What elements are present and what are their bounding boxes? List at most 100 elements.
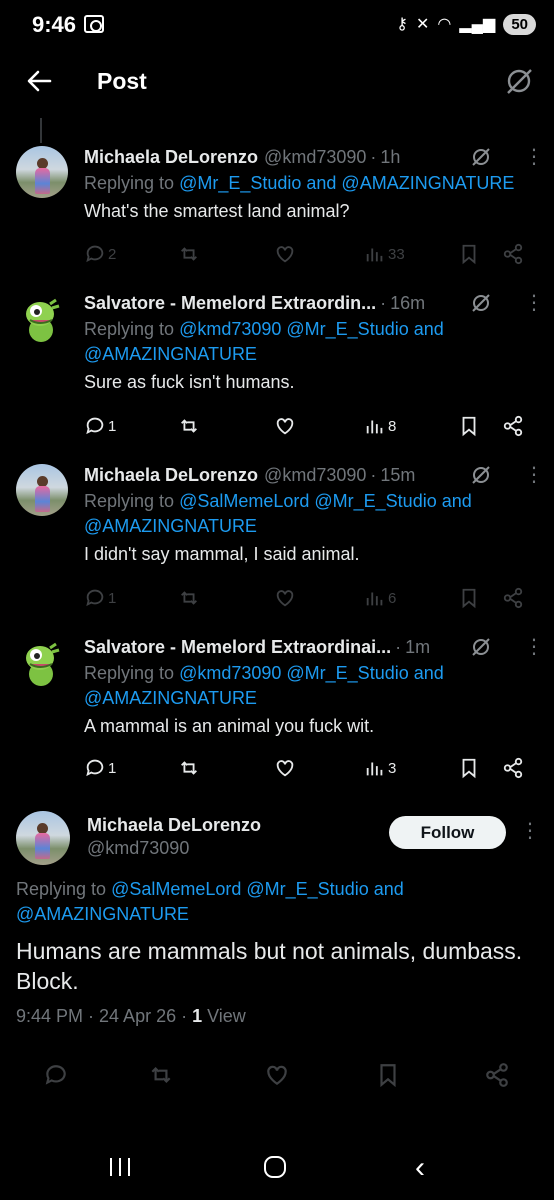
reply-icon [86, 245, 104, 263]
avatar[interactable] [16, 638, 68, 690]
recent-apps-button[interactable] [100, 1154, 140, 1184]
bookmark-button[interactable] [458, 412, 480, 440]
replying-to: Replying to @Mr_E_Studio and @AMAZINGNAT… [84, 173, 515, 193]
replying-to-link[interactable]: @Mr_E_Studio and @AMAZINGNATURE [179, 173, 514, 193]
repost-button[interactable] [178, 240, 200, 268]
view-label[interactable]: View [202, 1006, 246, 1026]
views-icon [366, 420, 383, 434]
home-button[interactable] [255, 1154, 295, 1184]
more-options-icon[interactable]: ⋮ [524, 465, 544, 485]
reply-button[interactable]: 1 [84, 584, 116, 612]
reply-icon [86, 417, 104, 435]
repost-icon [181, 247, 197, 261]
avatar[interactable] [16, 811, 70, 865]
grok-icon[interactable] [470, 292, 492, 314]
repost-button[interactable] [178, 412, 200, 440]
view-count[interactable]: 1 [192, 1006, 202, 1026]
separator-dot: · [380, 292, 387, 313]
tweet-actions: 1 3 [84, 754, 534, 782]
separator-dot: · [370, 464, 377, 485]
tweet-text: Sure as fuck isn't humans. [84, 372, 295, 392]
avatar[interactable] [16, 464, 68, 516]
grok-icon[interactable] [504, 66, 534, 96]
share-button[interactable] [502, 754, 524, 782]
grok-icon[interactable] [470, 636, 492, 658]
share-icon [503, 587, 523, 609]
separator-dot: · [370, 146, 377, 167]
bookmark-button[interactable] [458, 240, 480, 268]
reply-icon [86, 589, 104, 607]
share-button[interactable] [502, 412, 524, 440]
more-options-icon[interactable]: ⋮ [524, 293, 544, 313]
avatar[interactable] [16, 146, 68, 198]
key-icon: ⚷ [396, 15, 408, 33]
replying-to: Replying to @SalMemeLord @Mr_E_Studio an… [84, 491, 472, 536]
bookmark-button[interactable] [458, 754, 480, 782]
replying-to: Replying to @kmd73090 @Mr_E_Studio and @… [84, 319, 444, 364]
bookmark-icon [380, 1064, 396, 1088]
reply-button[interactable]: 1 [84, 412, 116, 440]
system-nav-bar: ‹ [0, 1134, 554, 1200]
tweet-text: Humans are mammals but not animals, dumb… [16, 938, 523, 994]
dinosaur-avatar-icon [26, 642, 60, 686]
reply-button[interactable]: 1 [84, 754, 116, 782]
author-name[interactable]: Salvatore - Memelord Extraordin... [84, 293, 376, 314]
author-name[interactable]: Michaela DeLorenzo [84, 465, 258, 486]
status-bar: 9:46 ⚷ ✕ ◠ ▂▄▆ 50 [0, 0, 554, 52]
more-options-icon[interactable]: ⋮ [524, 147, 544, 167]
heart-icon [267, 1065, 287, 1085]
heart-icon [276, 760, 294, 777]
reply-button[interactable] [43, 1062, 69, 1088]
top-bar: Post [0, 56, 554, 112]
share-icon [503, 415, 523, 437]
grok-icon[interactable] [470, 464, 492, 486]
author-handle[interactable]: @kmd73090 [87, 838, 189, 859]
like-button[interactable] [274, 584, 296, 612]
reply-count: 1 [108, 589, 117, 607]
author-name[interactable]: Salvatore - Memelord Extraordinai... [84, 637, 391, 658]
like-button[interactable] [264, 1062, 290, 1088]
views-button[interactable]: 6 [364, 584, 396, 612]
views-button[interactable]: 3 [364, 754, 396, 782]
author-name[interactable]: Michaela DeLorenzo [84, 147, 258, 168]
more-options-icon[interactable]: ⋮ [524, 637, 544, 657]
post-time: 1m [405, 636, 431, 657]
grok-icon[interactable] [470, 146, 492, 168]
heart-icon [276, 590, 294, 607]
reply-count: 2 [108, 245, 117, 263]
bookmark-button[interactable] [375, 1062, 401, 1088]
avatar[interactable] [16, 294, 68, 346]
follow-button[interactable]: Follow [389, 816, 506, 849]
share-button[interactable] [484, 1062, 510, 1088]
views-button[interactable]: 33 [364, 240, 405, 268]
views-button[interactable]: 8 [364, 412, 396, 440]
repost-button[interactable] [178, 754, 200, 782]
dinosaur-avatar-icon [26, 298, 60, 342]
share-icon [486, 1063, 508, 1087]
post-time: 15m [380, 464, 416, 485]
author-name[interactable]: Michaela DeLorenzo [87, 815, 261, 836]
share-button[interactable] [502, 584, 524, 612]
more-options-icon[interactable]: ⋮ [520, 818, 540, 843]
repost-icon [181, 591, 197, 605]
share-button[interactable] [502, 240, 524, 268]
like-button[interactable] [274, 412, 296, 440]
reply-icon [45, 1065, 66, 1085]
bookmark-button[interactable] [458, 584, 480, 612]
back-arrow-icon[interactable] [24, 66, 54, 96]
like-button[interactable] [274, 240, 296, 268]
like-button[interactable] [274, 754, 296, 782]
repost-button[interactable] [178, 584, 200, 612]
repost-icon [181, 761, 197, 775]
home-icon [264, 1156, 286, 1178]
tweet-text: A mammal is an animal you fuck wit. [84, 716, 375, 736]
repost-button[interactable] [148, 1062, 174, 1088]
back-button[interactable]: ‹ [415, 1153, 455, 1184]
separator-dot: · [395, 636, 402, 657]
author-handle: @kmd73090 [264, 146, 367, 167]
views-icon [366, 248, 383, 262]
tweet-metadata: 9:44 PM · 24 Apr 26 · 1 View [16, 1006, 246, 1027]
reply-button[interactable]: 2 [84, 240, 116, 268]
post-time: 16m [390, 292, 426, 313]
bookmark-icon [462, 588, 476, 609]
